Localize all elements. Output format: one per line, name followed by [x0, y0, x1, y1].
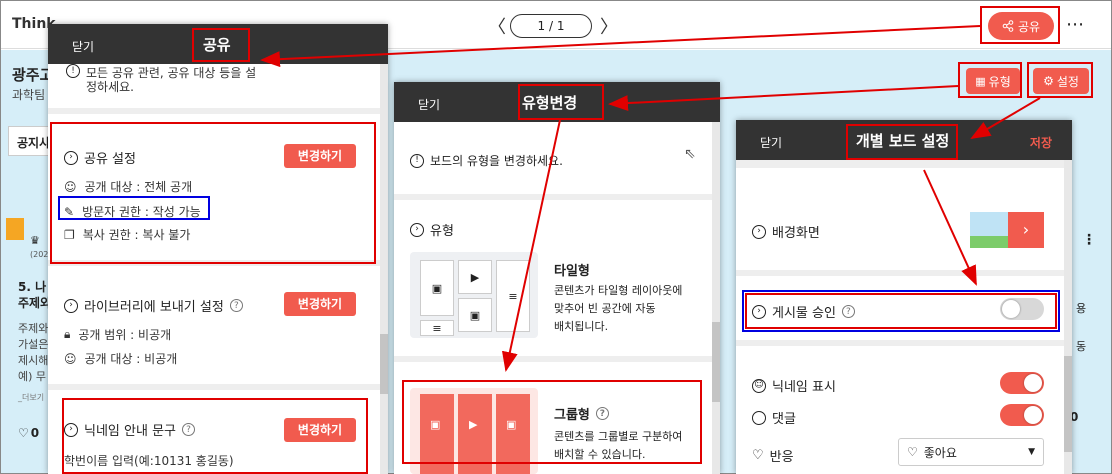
arrow-settings — [970, 97, 1041, 140]
arrow-post-approval — [923, 169, 977, 286]
arrow-group-type — [501, 119, 561, 372]
arrow-type — [608, 85, 959, 112]
annotation-arrows — [260, 25, 1041, 372]
arrow-share — [260, 25, 981, 68]
